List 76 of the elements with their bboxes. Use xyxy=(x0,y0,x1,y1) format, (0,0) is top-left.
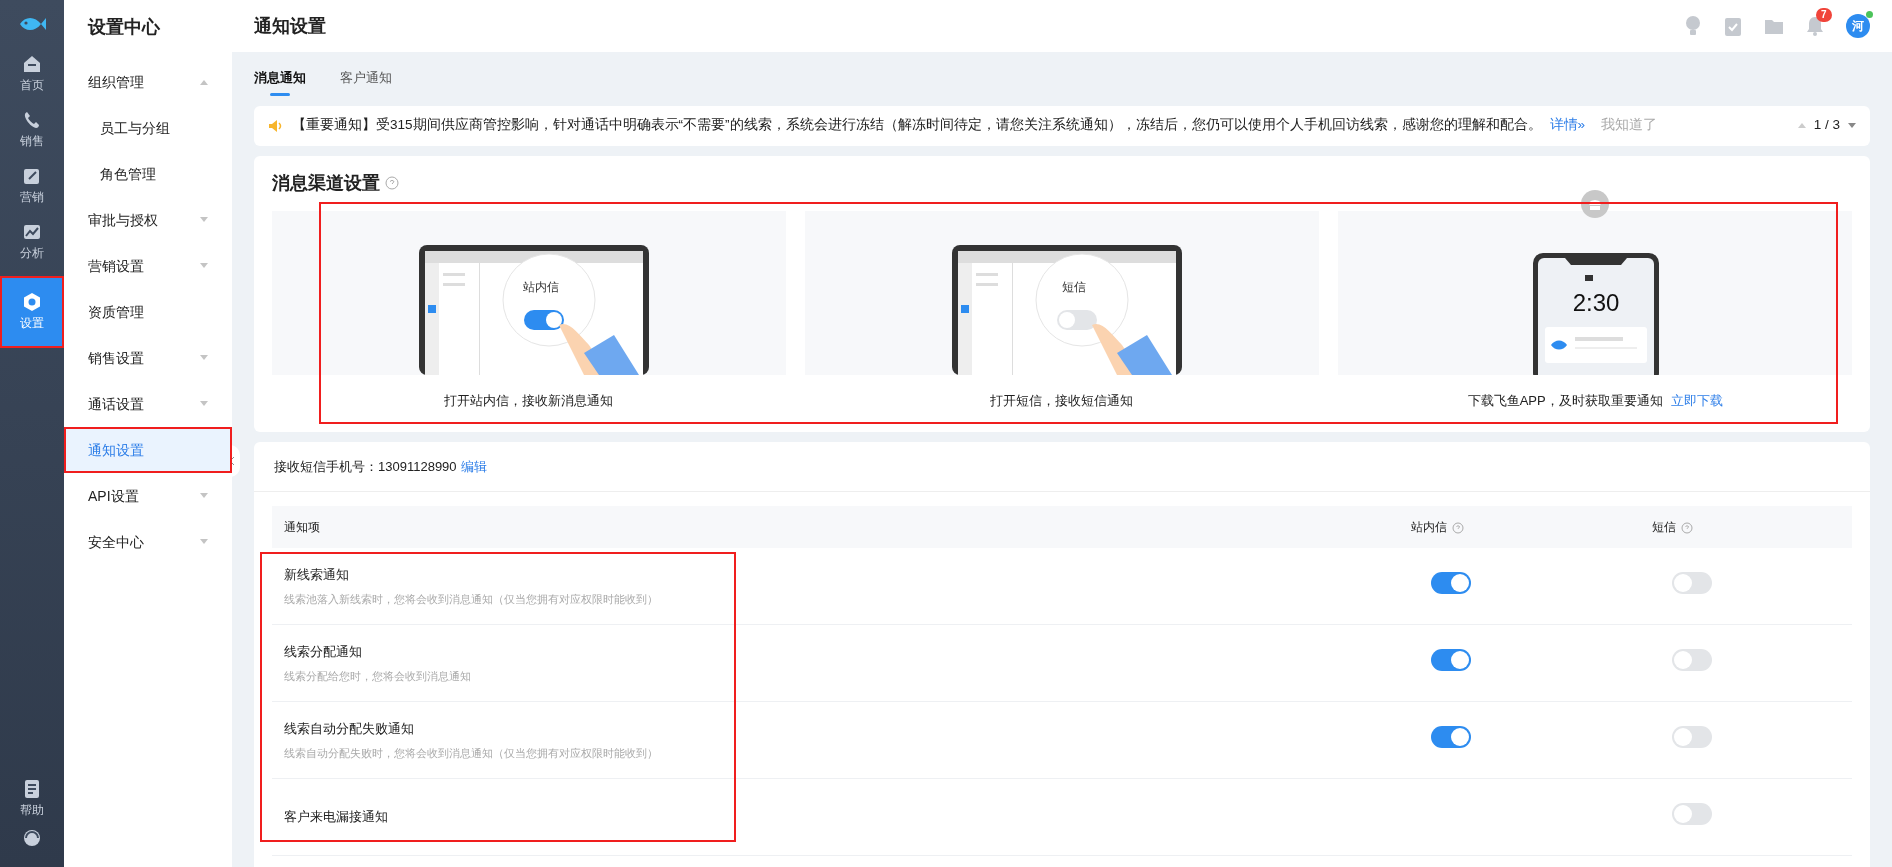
notification-title: 线索分配通知 xyxy=(284,643,363,661)
download-link[interactable]: 立即下载 xyxy=(1670,392,1723,408)
settings-icon xyxy=(22,292,42,312)
channel-caption: 下载飞鱼APP，及时获取重要通知 xyxy=(1467,392,1663,408)
notification-description: 线索分配给您时，您将会收到消息通知 xyxy=(284,668,472,684)
channel-caption: 打开站内信，接收新消息通知 xyxy=(444,392,614,408)
column-header: 站内信 xyxy=(1411,520,1447,535)
help-icon xyxy=(1681,521,1693,534)
notification-title: 客户来电漏接通知 xyxy=(284,808,389,827)
menu-item[interactable]: API设置 xyxy=(64,473,232,519)
tab[interactable]: 客户通知 xyxy=(340,68,392,96)
toggle-switch[interactable] xyxy=(1672,572,1712,595)
toggle-switch[interactable] xyxy=(1672,803,1712,826)
nav-item[interactable]: 帮助 xyxy=(0,771,64,827)
page-title: 通知设置 xyxy=(254,14,326,38)
nav-item[interactable]: 分析 xyxy=(0,214,64,270)
toggle-switch[interactable] xyxy=(1431,649,1471,672)
headset-icon xyxy=(22,828,42,848)
menu-item[interactable]: 组织管理 xyxy=(64,59,232,105)
caret-icon xyxy=(200,493,208,499)
channel-caption: 打开短信，接收短信通知 xyxy=(990,392,1134,408)
page-indicator: 1 / 3 xyxy=(1813,116,1840,135)
illustration-label: 站内信 xyxy=(522,279,559,294)
document-icon xyxy=(22,779,42,799)
caret-icon xyxy=(200,217,208,223)
caret-icon xyxy=(200,401,208,407)
column-header: 通知项 xyxy=(284,520,320,535)
caret-icon xyxy=(200,79,208,85)
tab[interactable]: 消息通知 xyxy=(254,68,306,96)
caret-icon xyxy=(200,539,208,545)
menu-item[interactable]: 安全中心 xyxy=(64,519,232,565)
nav-item[interactable]: 营销 xyxy=(0,158,64,214)
illustration-label: 短信 xyxy=(1062,279,1086,294)
notification-count: 7 xyxy=(1816,8,1832,22)
nav-item[interactable]: 首页 xyxy=(0,46,64,102)
notification-title: 新线索通知 xyxy=(284,566,350,584)
lightbulb-icon[interactable] xyxy=(1684,15,1702,37)
edit-link[interactable]: 编辑 xyxy=(460,456,487,477)
menu-item[interactable]: 营销设置 xyxy=(64,243,232,289)
notification-description: 线索池落入新线索时，您将会收到消息通知（仅当您拥有对应权限时能收到） xyxy=(284,591,659,607)
sms-phone-label: 接收短信手机号：13091128990 xyxy=(274,457,457,476)
clipboard-check-icon[interactable] xyxy=(1724,16,1742,36)
caret-icon xyxy=(200,263,208,269)
toggle-switch[interactable] xyxy=(1431,572,1471,595)
toggle-switch[interactable] xyxy=(1431,726,1471,749)
online-status-dot xyxy=(1866,11,1873,18)
menu-item[interactable]: 通话设置 xyxy=(64,381,232,427)
folder-icon[interactable] xyxy=(1764,17,1784,35)
menu-title: 设置中心 xyxy=(86,16,161,39)
notification-title: 线索自动分配失败通知 xyxy=(284,720,415,738)
nav-item[interactable]: 销售 xyxy=(0,102,64,158)
notification-description: 线索自动分配失败时，您将会收到消息通知（仅当您拥有对应权限时能收到） xyxy=(284,745,659,761)
menu-item[interactable]: 销售设置 xyxy=(64,335,232,381)
caret-up-icon[interactable] xyxy=(1797,123,1806,128)
edit-icon xyxy=(22,166,42,186)
help-icon xyxy=(385,176,399,190)
chart-icon xyxy=(22,222,42,242)
section-title: 消息渠道设置 xyxy=(272,171,380,195)
help-icon xyxy=(1452,521,1464,534)
details-link[interactable]: 详情» xyxy=(1549,115,1586,136)
clock-time: 2:30 xyxy=(1572,288,1620,316)
menu-item[interactable]: 员工与分组 xyxy=(64,105,232,151)
notice-text: 【重要通知】受315期间供应商管控影响，针对通话中明确表示“不需要”的线索，系统会进行冻结（解冻时间待定，请您关注系统通知），冻结后，您仍可以使用个人手机回访线索，感谢您的理解和配合。 xyxy=(292,116,1542,135)
phone-icon xyxy=(22,110,42,130)
caret-icon xyxy=(200,355,208,361)
menu-item[interactable]: 角色管理 xyxy=(64,151,232,197)
toggle-switch[interactable] xyxy=(1672,726,1712,749)
column-header: 短信 xyxy=(1652,520,1676,535)
menu-item[interactable]: 通知设置 xyxy=(64,427,232,473)
menu-item[interactable]: 资质管理 xyxy=(64,289,232,335)
notification-bell-icon[interactable] xyxy=(1806,16,1824,36)
home-icon xyxy=(22,54,42,74)
toggle-switch[interactable] xyxy=(1672,649,1712,672)
speaker-icon xyxy=(268,118,284,133)
caret-down-icon[interactable] xyxy=(1848,123,1856,128)
menu-item[interactable]: 审批与授权 xyxy=(64,197,232,243)
